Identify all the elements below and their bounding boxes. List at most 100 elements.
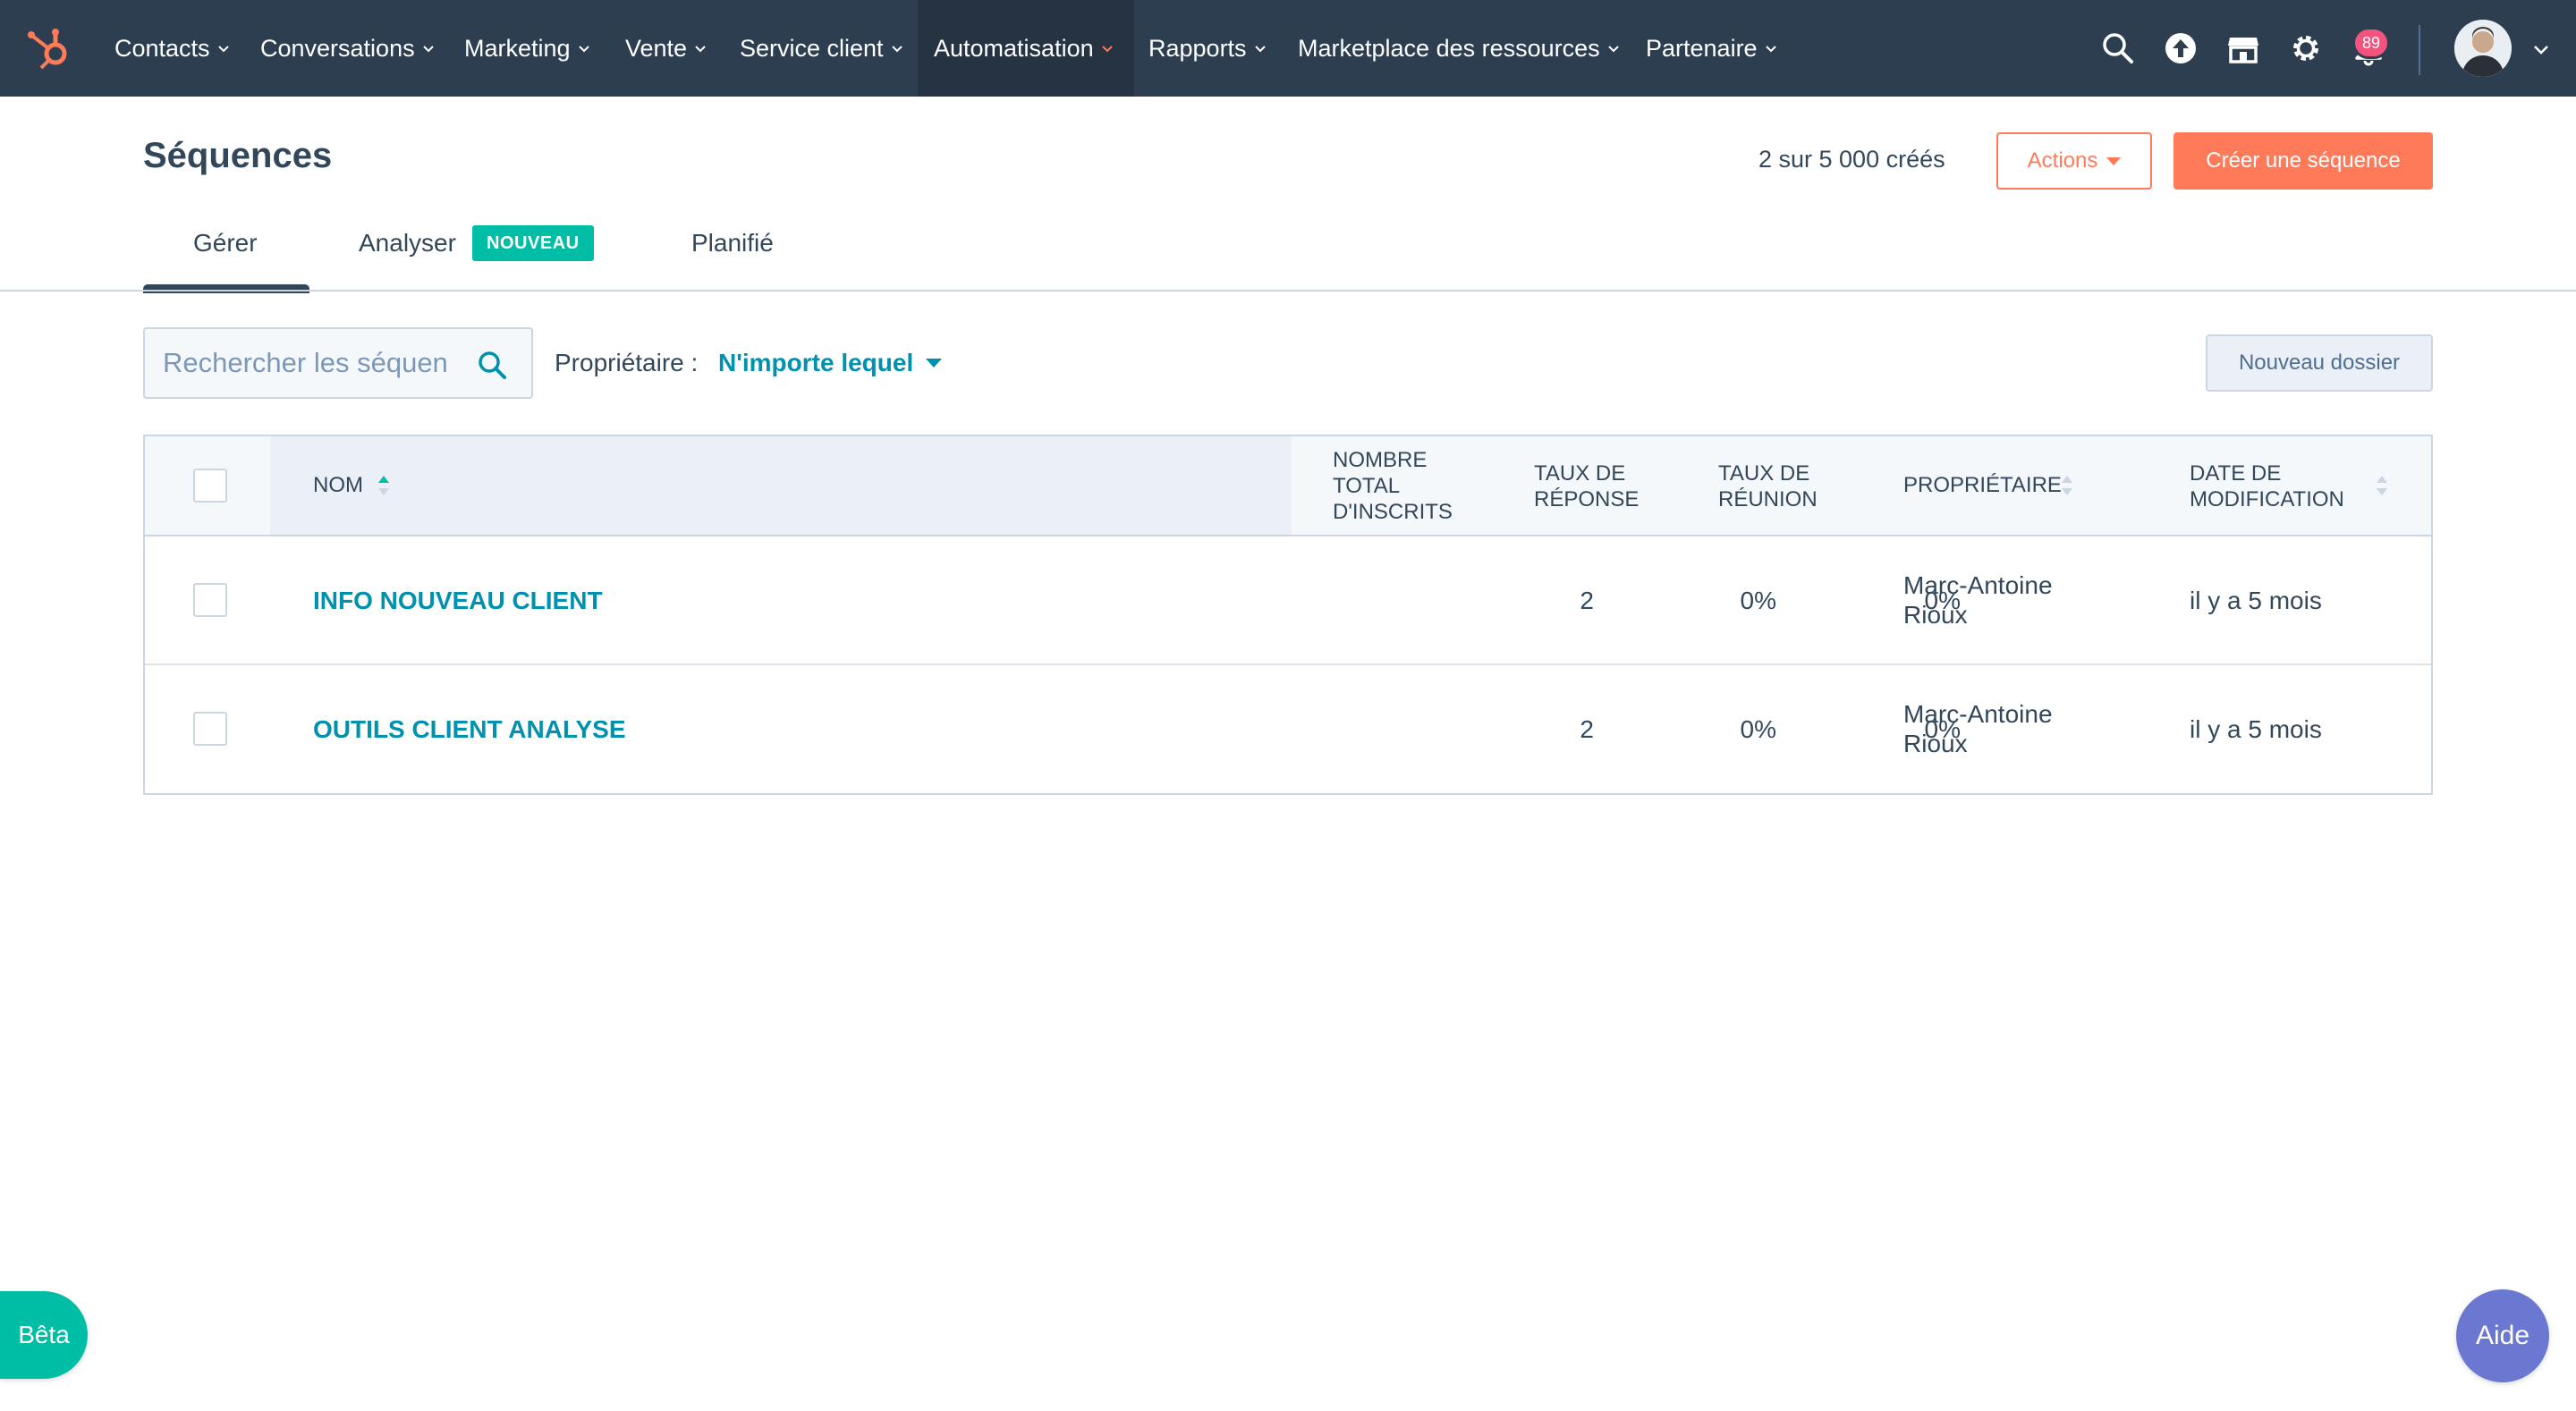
beta-button[interactable]: Bêta <box>0 1291 88 1379</box>
caret-down-icon <box>926 359 943 368</box>
user-avatar[interactable] <box>2454 20 2512 77</box>
column-header-reply-rate-line-1: TAUX DE <box>1534 461 1626 486</box>
tab-gerer[interactable]: Gérer <box>193 229 258 258</box>
table-row: OUTILS CLIENT ANALYSE 2 0% 0% Marc-Antoi… <box>145 665 2431 794</box>
top-navigation-bar: Contacts Conversations Marketing Vente S… <box>0 0 2576 97</box>
column-header-enrolled-line-1: NOMBRE <box>1333 448 1428 472</box>
nav-contacts[interactable]: Contacts <box>114 0 230 97</box>
sequence-owner: Marc-Antoine Rioux <box>1903 699 2053 758</box>
search-box <box>143 327 533 399</box>
owner-filter-value: N'importe lequel <box>718 349 914 376</box>
owner-first-name: Marc-Antoine <box>1903 700 2053 728</box>
nav-service-client-label: Service client <box>740 34 884 62</box>
sequences-created-count: 2 sur 5 000 créés <box>1758 146 1945 173</box>
nav-marketplace[interactable]: Marketplace des ressources <box>1298 0 1620 97</box>
chevron-down-icon[interactable] <box>2533 43 2549 55</box>
select-all-checkbox[interactable] <box>193 469 227 503</box>
active-tab-indicator <box>143 284 309 293</box>
sequence-name-link[interactable]: OUTILS CLIENT ANALYSE <box>313 714 626 744</box>
column-header-modified-line-2: MODIFICATION <box>2190 487 2344 511</box>
nav-partenaire[interactable]: Partenaire <box>1646 0 1777 97</box>
last-modified: il y a 5 mois <box>2190 715 2322 743</box>
chevron-down-icon <box>891 46 902 53</box>
nav-vente-label: Vente <box>625 34 688 62</box>
table-row: INFO NOUVEAU CLIENT 2 0% 0% Marc-Antoine… <box>145 537 2431 665</box>
sorted-column-highlight <box>270 436 1292 535</box>
nav-conversations[interactable]: Conversations <box>260 0 435 97</box>
nav-contacts-label: Contacts <box>114 34 210 62</box>
search-input[interactable] <box>163 347 449 379</box>
nav-marketing[interactable]: Marketing <box>464 0 590 97</box>
owner-filter-label: Propriétaire : <box>555 349 699 376</box>
column-header-modified[interactable]: DATE DE MODIFICATION <box>2190 460 2344 512</box>
search-icon[interactable] <box>2100 30 2136 66</box>
user-avatar-image <box>2454 20 2512 77</box>
actions-dropdown-button[interactable]: Actions <box>1996 132 2152 190</box>
help-button[interactable]: Aide <box>2456 1289 2549 1382</box>
column-header-meeting-rate-line-1: TAUX DE <box>1718 461 1810 486</box>
create-sequence-button[interactable]: Créer une séquence <box>2174 132 2433 190</box>
sort-icon[interactable] <box>2061 474 2073 497</box>
tab-planifie[interactable]: Planifié <box>691 229 774 258</box>
reply-rate: 0% <box>1740 715 1776 743</box>
caret-down-icon <box>2106 156 2122 165</box>
table-header: NOM NOMBRE TOTAL D'INSCRITS TAUX DE RÉPO… <box>145 436 2431 537</box>
column-header-owner-label: PROPRIÉTAIRE <box>1903 473 2062 497</box>
nav-rapports-label: Rapports <box>1148 34 1247 62</box>
sort-ascending-icon[interactable] <box>377 474 390 497</box>
notification-count-badge: 89 <box>2352 27 2390 59</box>
chevron-down-icon <box>1607 46 1619 53</box>
tabs-divider <box>0 290 2576 291</box>
nav-automatisation-label: Automatisation <box>934 34 1094 62</box>
enrolled-count: 2 <box>1580 715 1594 743</box>
hubspot-logo-icon[interactable] <box>25 23 75 73</box>
chevron-down-icon <box>1101 46 1113 53</box>
nav-marketing-label: Marketing <box>464 34 571 62</box>
column-header-modified-line-1: DATE DE <box>2190 461 2282 486</box>
search-icon[interactable] <box>476 349 508 381</box>
upgrade-icon[interactable] <box>2163 30 2199 66</box>
nav-vente[interactable]: Vente <box>625 0 707 97</box>
chevron-down-icon <box>422 46 434 53</box>
chevron-down-icon <box>1765 46 1776 53</box>
sort-icon[interactable] <box>2376 474 2388 497</box>
reply-rate: 0% <box>1740 587 1776 614</box>
nav-conversations-label: Conversations <box>260 34 415 62</box>
new-feature-badge: NOUVEAU <box>472 225 594 261</box>
nav-divider <box>2419 25 2420 75</box>
row-checkbox[interactable] <box>193 583 227 617</box>
chevron-down-icon <box>695 46 706 53</box>
chevron-down-icon <box>578 46 589 53</box>
column-header-enrolled-line-3: D'INSCRITS <box>1333 500 1453 524</box>
page-title: Séquences <box>143 136 333 175</box>
nav-partenaire-label: Partenaire <box>1646 34 1758 62</box>
tab-analyser[interactable]: Analyser <box>359 229 456 258</box>
nav-rapports[interactable]: Rapports <box>1148 0 1267 97</box>
owner-first-name: Marc-Antoine <box>1903 571 2053 599</box>
sequences-table: NOM NOMBRE TOTAL D'INSCRITS TAUX DE RÉPO… <box>143 435 2433 795</box>
owner-last-name: Rioux <box>1903 601 1968 629</box>
column-header-meeting-rate-line-2: RÉUNION <box>1718 487 1818 511</box>
column-header-name-label: NOM <box>313 473 363 497</box>
sequence-name-link[interactable]: INFO NOUVEAU CLIENT <box>313 586 603 615</box>
owner-last-name: Rioux <box>1903 730 1968 757</box>
chevron-down-icon <box>1254 46 1266 53</box>
column-header-meeting-rate: TAUX DE RÉUNION <box>1718 460 1818 512</box>
new-folder-button[interactable]: Nouveau dossier <box>2206 334 2433 392</box>
column-header-enrolled: NOMBRE TOTAL D'INSCRITS <box>1333 447 1453 525</box>
column-header-enrolled-line-2: TOTAL <box>1333 474 1401 498</box>
settings-icon[interactable] <box>2288 30 2324 66</box>
sequence-owner: Marc-Antoine Rioux <box>1903 570 2053 629</box>
enrolled-count: 2 <box>1580 587 1594 614</box>
last-modified: il y a 5 mois <box>2190 587 2322 614</box>
row-checkbox[interactable] <box>193 712 227 746</box>
nav-marketplace-label: Marketplace des ressources <box>1298 34 1600 62</box>
nav-service-client[interactable]: Service client <box>740 0 903 97</box>
owner-filter-dropdown[interactable]: N'importe lequel <box>718 349 943 377</box>
column-header-name[interactable]: NOM <box>313 472 363 498</box>
column-header-owner[interactable]: PROPRIÉTAIRE <box>1903 472 2062 498</box>
column-header-reply-rate: TAUX DE RÉPONSE <box>1534 460 1639 512</box>
nav-automatisation[interactable]: Automatisation <box>918 0 1134 97</box>
chevron-down-icon <box>217 46 229 53</box>
marketplace-icon[interactable] <box>2225 30 2261 66</box>
